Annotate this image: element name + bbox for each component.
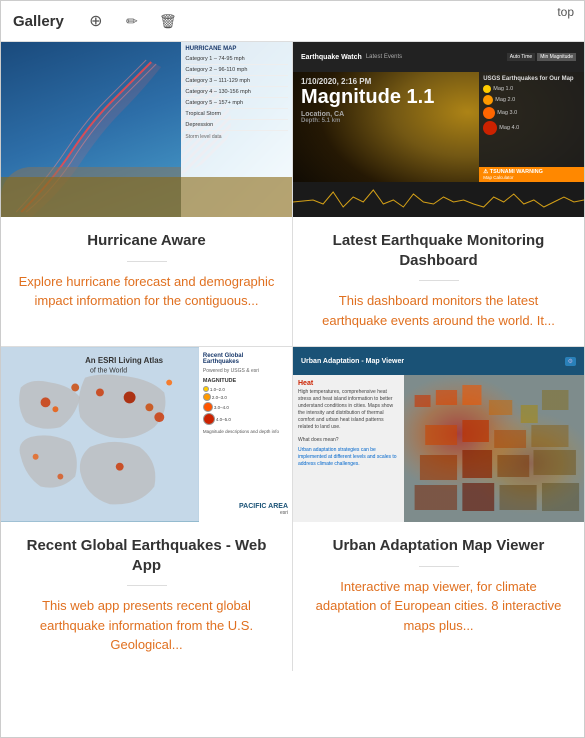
edit-icon[interactable]: ✏ bbox=[120, 9, 144, 33]
item-description-hurricane: Explore hurricane forecast and demograph… bbox=[17, 272, 276, 311]
gallery-item-earthquake[interactable]: Earthquake Watch Latest Events Auto Time… bbox=[293, 42, 584, 346]
svg-text:of the World: of the World bbox=[90, 368, 127, 375]
delete-icon[interactable]: 🗑 bbox=[156, 9, 180, 33]
gallery-item-urban[interactable]: Urban Adaptation - Map Viewer ⚙ Heat Hig… bbox=[293, 347, 584, 671]
top-label: top bbox=[557, 5, 574, 19]
svg-text:An ESRI Living Atlas: An ESRI Living Atlas bbox=[85, 356, 164, 365]
divider-hurricane bbox=[127, 261, 167, 262]
thumbnail-urban: Urban Adaptation - Map Viewer ⚙ Heat Hig… bbox=[293, 347, 584, 522]
thumbnail-hurricane: HURRICANE MAP Category 1 – 74-95 mph Cat… bbox=[1, 42, 292, 217]
item-description-earthquake: This dashboard monitors the latest earth… bbox=[309, 291, 568, 330]
toolbar: Gallery ⊕ ✏ 🗑 bbox=[1, 1, 584, 42]
item-title-earthquake: Latest Earthquake Monitoring Dashboard bbox=[309, 231, 568, 270]
thumbnail-global-eq: An ESRI Living Atlas of the World Recent… bbox=[1, 347, 292, 522]
gallery-title: Gallery bbox=[13, 13, 64, 30]
item-content-global-eq: Recent Global Earthquakes - Web App This… bbox=[1, 522, 292, 671]
item-title-urban: Urban Adaptation Map Viewer bbox=[309, 536, 568, 556]
gallery-item-hurricane-aware[interactable]: HURRICANE MAP Category 1 – 74-95 mph Cat… bbox=[1, 42, 292, 346]
thumbnail-earthquake: Earthquake Watch Latest Events Auto Time… bbox=[293, 42, 584, 217]
item-description-global-eq: This web app presents recent global eart… bbox=[17, 596, 276, 655]
gallery-grid: HURRICANE MAP Category 1 – 74-95 mph Cat… bbox=[1, 42, 584, 671]
item-content-hurricane: Hurricane Aware Explore hurricane foreca… bbox=[1, 217, 292, 346]
item-content-earthquake: Latest Earthquake Monitoring Dashboard T… bbox=[293, 217, 584, 346]
gallery-item-global-eq[interactable]: An ESRI Living Atlas of the World Recent… bbox=[1, 347, 292, 671]
divider-urban bbox=[419, 566, 459, 567]
item-title-global-eq: Recent Global Earthquakes - Web App bbox=[17, 536, 276, 575]
divider-earthquake bbox=[419, 280, 459, 281]
item-title-hurricane: Hurricane Aware bbox=[17, 231, 276, 251]
divider-global-eq bbox=[127, 585, 167, 586]
item-description-urban: Interactive map viewer, for climate adap… bbox=[309, 577, 568, 636]
add-icon[interactable]: ⊕ bbox=[84, 9, 108, 33]
item-content-urban: Urban Adaptation Map Viewer Interactive … bbox=[293, 522, 584, 671]
